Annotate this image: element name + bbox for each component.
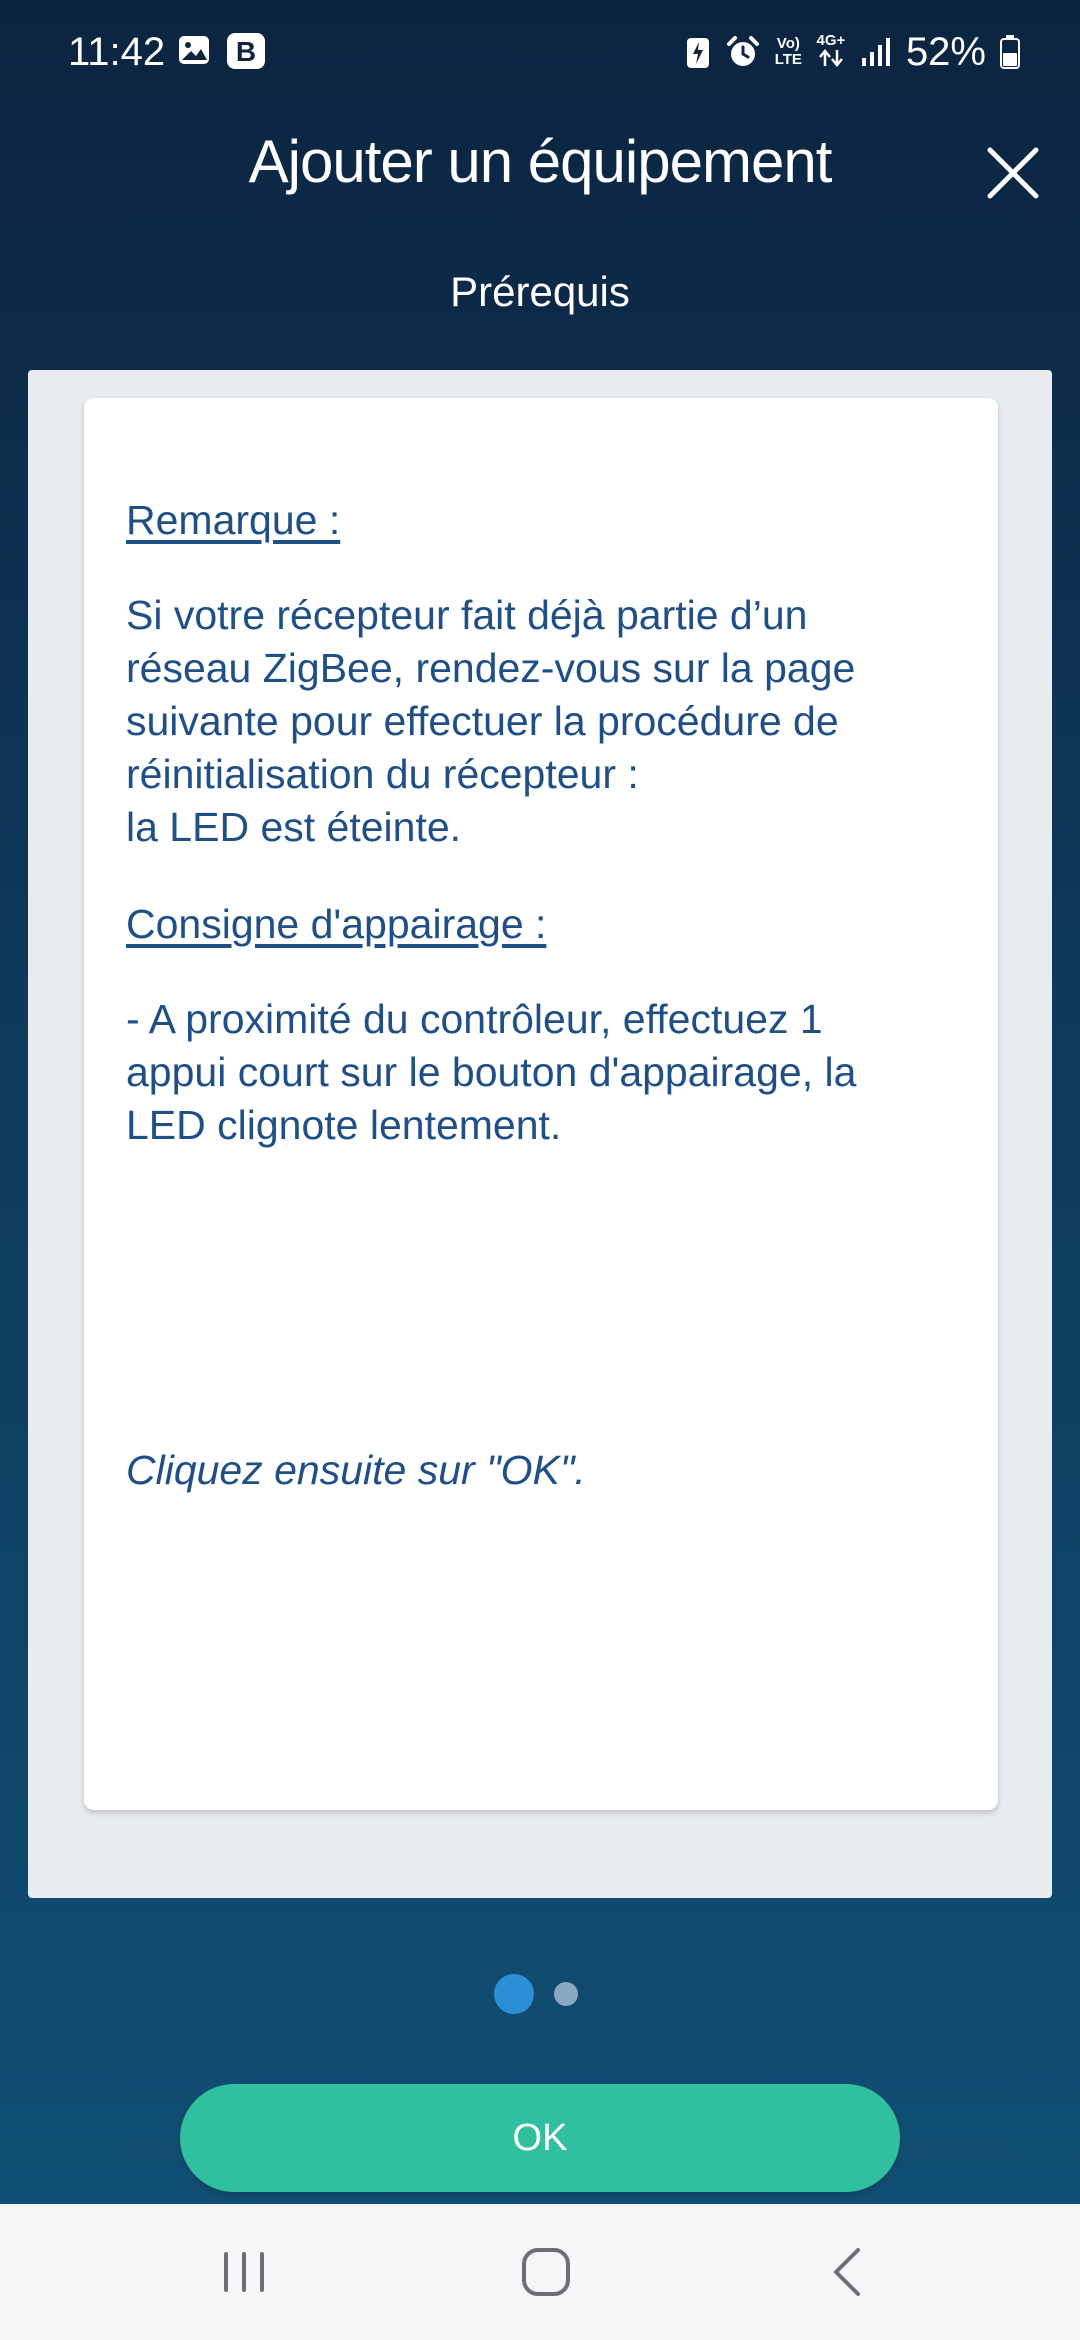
battery-saver-icon — [686, 38, 709, 68]
remark-line: réinitialisation du récepteur : — [126, 751, 639, 797]
close-icon — [987, 147, 1039, 199]
page-indicator — [0, 1972, 1080, 2016]
pairing-line: - A proximité du contrôleur, effectuez 1 — [126, 996, 823, 1042]
network-type-label: 4G+ — [816, 31, 846, 49]
screen: 11:42 B Vo) LTE 4G+ 52% Ajouter un équip… — [0, 0, 1080, 2340]
home-button[interactable] — [514, 2240, 578, 2304]
content-panel: Remarque : Si votre récepteur fait déjà … — [28, 370, 1052, 1898]
status-time: 11:42 — [68, 30, 166, 74]
data-arrows-icon — [818, 48, 843, 67]
page-dot-inactive[interactable] — [554, 1982, 578, 2006]
remark-line: réseau ZigBee, rendez-vous sur la page — [126, 645, 856, 691]
status-right-icons: Vo) LTE 4G+ 52% — [685, 28, 1020, 76]
battery-percent: 52% — [905, 30, 986, 74]
ok-button[interactable]: OK — [180, 2084, 900, 2192]
status-left-icons: B — [176, 32, 266, 70]
gallery-notification-icon — [179, 36, 209, 64]
signal-strength-icon — [861, 38, 890, 66]
b-badge-notification-icon: B — [227, 33, 265, 69]
alarm-icon — [726, 36, 759, 66]
b-badge-letter: B — [236, 36, 256, 67]
network-indicator: 4G+ — [816, 31, 846, 72]
remark-text: Si votre récepteur fait déjà partie d’un… — [126, 589, 956, 854]
remark-line: Si votre récepteur fait déjà partie d’un — [126, 592, 808, 638]
battery-level-fill — [1003, 53, 1017, 66]
back-icon — [834, 2248, 860, 2296]
volte-indicator: Vo) LTE — [775, 36, 802, 68]
status-bar: 11:42 B Vo) LTE 4G+ 52% — [0, 0, 1080, 104]
final-instruction: Cliquez ensuite sur "OK". — [126, 1447, 586, 1493]
battery-icon — [1000, 35, 1020, 69]
pairing-line: LED clignote lentement. — [126, 1102, 562, 1148]
back-button[interactable] — [816, 2240, 880, 2304]
recent-apps-icon — [224, 2252, 264, 2292]
volte-label-top: Vo) — [776, 35, 800, 52]
page-subtitle: Prérequis — [450, 268, 630, 315]
page-title: Ajouter un équipement — [248, 128, 833, 195]
remark-line: la LED est éteinte. — [126, 804, 462, 850]
pairing-heading: Consigne d'appairage : — [126, 901, 547, 947]
pairing-line: appui court sur le bouton d'appairage, l… — [126, 1049, 857, 1095]
page-dot-active[interactable] — [494, 1974, 534, 2014]
remark-line: suivante pour effectuer la procédure de — [126, 698, 839, 744]
recent-apps-button[interactable] — [212, 2240, 276, 2304]
system-nav-bar — [0, 2204, 1080, 2340]
volte-label-bottom: LTE — [774, 51, 802, 68]
instruction-card: Remarque : Si votre récepteur fait déjà … — [84, 398, 998, 1810]
pairing-text: - A proximité du contrôleur, effectuez 1… — [126, 993, 956, 1152]
remark-heading: Remarque : — [126, 497, 341, 543]
home-icon — [522, 2248, 570, 2296]
instruction-content: Remarque : Si votre récepteur fait déjà … — [126, 494, 956, 1497]
close-button[interactable] — [980, 140, 1046, 206]
